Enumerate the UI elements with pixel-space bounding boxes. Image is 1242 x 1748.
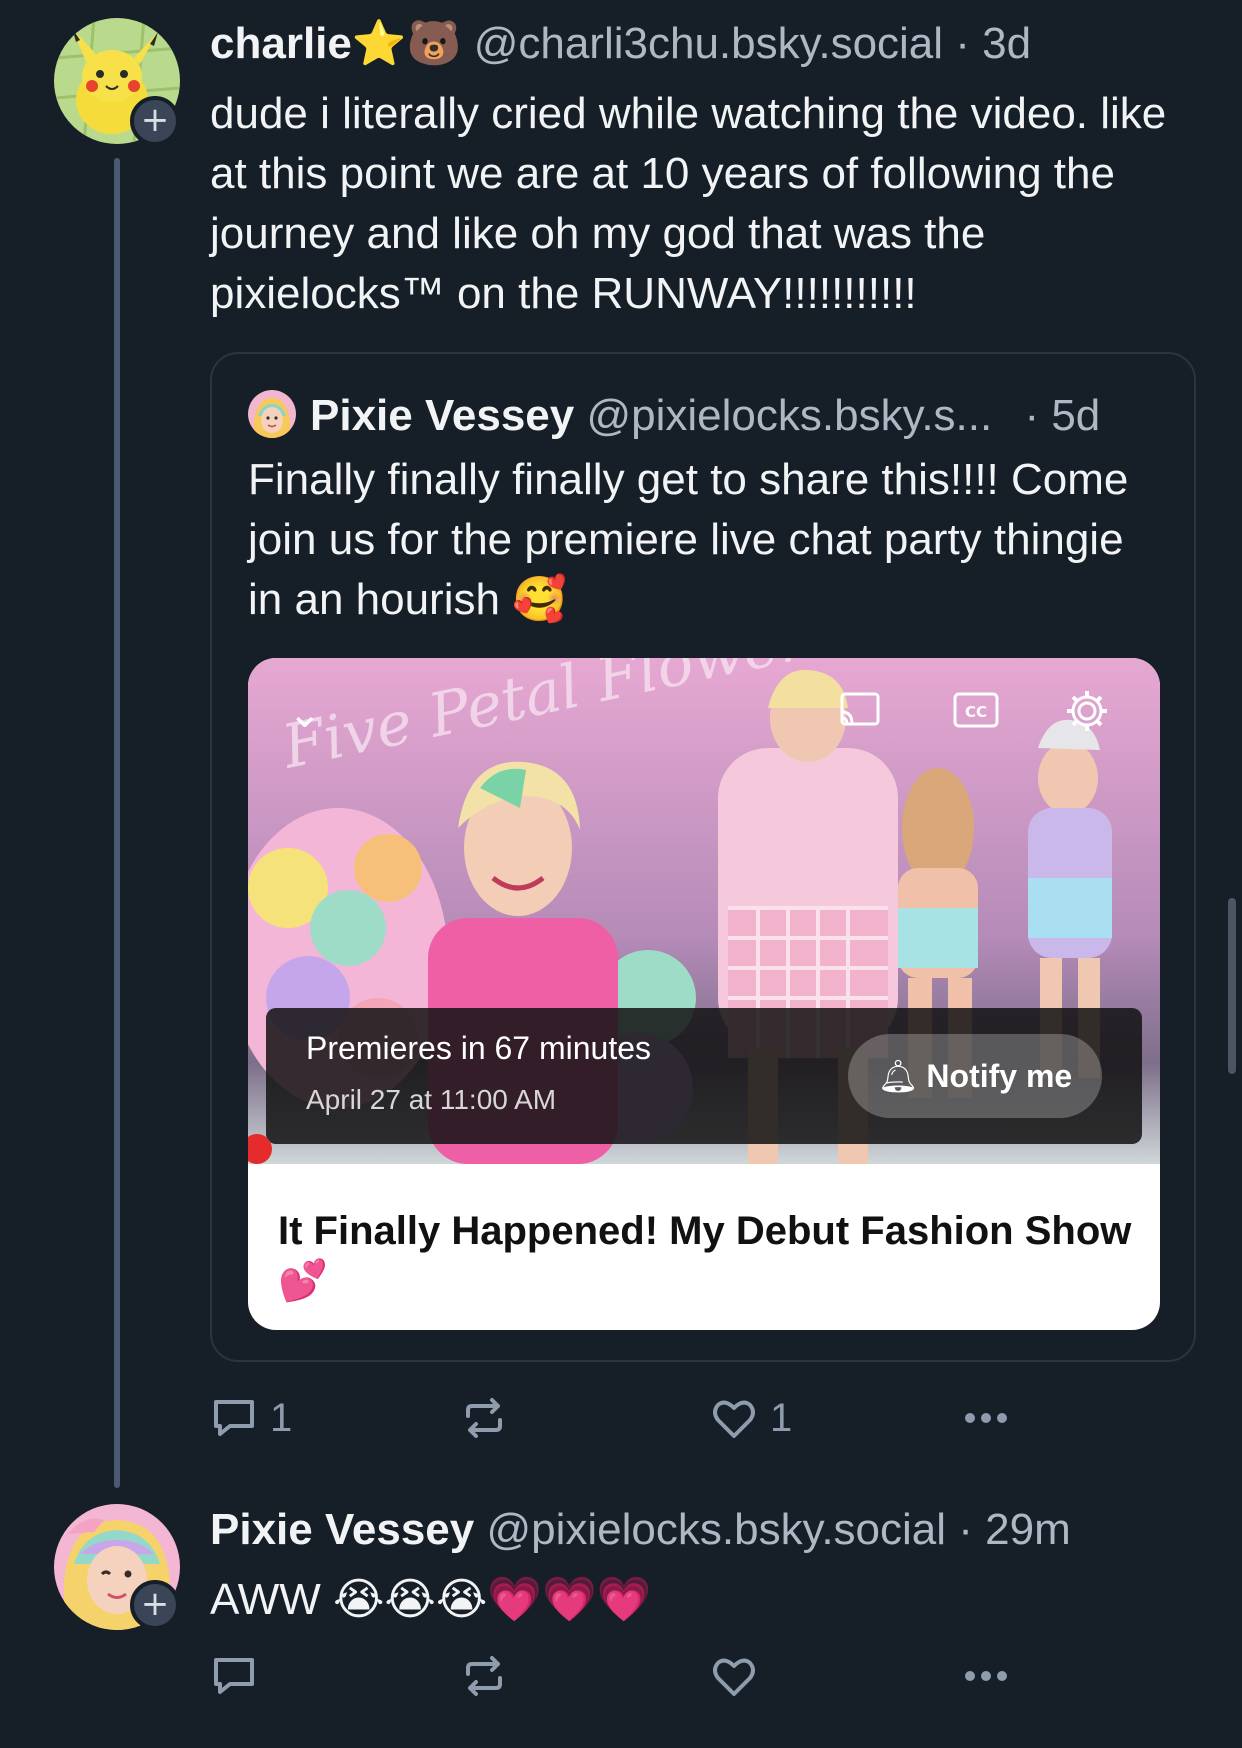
reply-icon xyxy=(214,1658,254,1694)
display-name[interactable]: charlie xyxy=(210,19,352,68)
heart-icon xyxy=(713,1658,755,1696)
post-header: Pixie Vessey @pixielocks.bsky.social · 2… xyxy=(210,1502,1071,1558)
video-embed[interactable]: Five Petal Flower ⌄ CC Premieres in 67 m… xyxy=(248,658,1160,1330)
quote-display-name[interactable]: Pixie Vessey xyxy=(310,391,574,440)
like-count: 1 xyxy=(770,1395,793,1440)
quote-text: Finally finally finally get to share thi… xyxy=(248,455,1129,624)
follow-plus-icon[interactable]: + xyxy=(130,96,180,146)
like-button[interactable]: 1 xyxy=(710,1388,792,1448)
notify-label: Notify me xyxy=(926,1058,1073,1094)
timestamp[interactable]: · 29m xyxy=(958,1505,1070,1554)
more-options-button[interactable] xyxy=(962,1646,1010,1706)
repost-button[interactable] xyxy=(460,1388,508,1448)
more-options-button[interactable] xyxy=(962,1388,1010,1448)
quote-avatar xyxy=(248,390,296,438)
cc-icon[interactable]: CC xyxy=(952,690,1000,730)
chevron-down-icon[interactable]: ⌄ xyxy=(288,694,322,734)
post-text: AWW 😭😭😭💗💗💗 xyxy=(210,1575,652,1624)
pixie-avatar-icon xyxy=(248,390,296,438)
premiere-date: April 27 at 11:00 AM xyxy=(306,1084,557,1115)
display-name[interactable]: Pixie Vessey xyxy=(210,1505,474,1554)
repost-icon xyxy=(466,1656,502,1696)
premiere-overlay: Premieres in 67 minutes April 27 at 11:0… xyxy=(266,1008,1142,1144)
thread-line xyxy=(114,158,120,1488)
repost-icon xyxy=(466,1398,502,1438)
reply-button[interactable]: 1 xyxy=(210,1388,292,1448)
timestamp[interactable]: · 3d xyxy=(955,19,1031,68)
reply-button[interactable] xyxy=(210,1646,258,1706)
name-emoji: ⭐🐻 xyxy=(351,19,462,68)
svg-text:CC: CC xyxy=(965,703,987,721)
post-header: charlie⭐🐻 @charli3chu.bsky.social · 3d xyxy=(210,16,1031,72)
post-text: dude i literally cried while watching th… xyxy=(210,89,1167,318)
notify-me-button[interactable]: 🔔︎ Notify me xyxy=(848,1034,1102,1118)
thread-view: + charlie⭐🐻 @charli3chu.bsky.social · 3d… xyxy=(0,0,1242,1748)
quote-post-card[interactable]: Pixie Vessey @pixielocks.bsky.s... · 5d … xyxy=(210,352,1196,1362)
reply-count: 1 xyxy=(270,1395,293,1440)
reply-icon xyxy=(214,1400,254,1436)
ellipsis-icon xyxy=(965,1671,1007,1681)
handle[interactable]: @pixielocks.bsky.social xyxy=(486,1505,946,1554)
post-actions: 1 1 xyxy=(210,1388,1030,1448)
post-actions xyxy=(210,1646,1030,1706)
quote-timestamp[interactable]: · 5d xyxy=(1024,391,1100,440)
bell-icon: 🔔︎ xyxy=(877,1057,919,1095)
quote-handle[interactable]: @pixielocks.bsky.s... xyxy=(586,391,992,440)
repost-button[interactable] xyxy=(460,1646,508,1706)
like-button[interactable] xyxy=(710,1646,758,1706)
video-thumbnail[interactable]: Five Petal Flower ⌄ CC Premieres in 67 m… xyxy=(248,658,1160,1164)
video-title[interactable]: It Finally Happened! My Debut Fashion Sh… xyxy=(278,1206,1138,1306)
cast-icon[interactable] xyxy=(838,690,882,730)
quote-header: Pixie Vessey @pixielocks.bsky.s... · 5d xyxy=(248,386,1100,446)
heart-icon xyxy=(713,1400,755,1438)
settings-icon[interactable] xyxy=(1064,688,1110,734)
scrollbar[interactable] xyxy=(1228,898,1236,1074)
follow-plus-icon[interactable]: + xyxy=(130,1580,180,1630)
handle[interactable]: @charli3chu.bsky.social xyxy=(474,19,943,68)
ellipsis-icon xyxy=(965,1413,1007,1423)
premiere-countdown: Premieres in 67 minutes xyxy=(306,1030,652,1066)
